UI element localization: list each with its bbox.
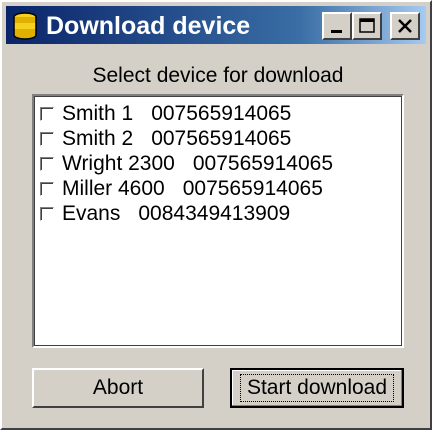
device-item[interactable]: Smith 1 007565914065 bbox=[40, 102, 291, 126]
device-name: Evans bbox=[62, 202, 121, 225]
device-id: 007565914065 bbox=[192, 152, 334, 175]
maximize-icon bbox=[359, 18, 375, 33]
device-checkbox[interactable] bbox=[40, 132, 54, 146]
device-checkbox[interactable] bbox=[40, 207, 54, 221]
database-icon bbox=[13, 12, 37, 40]
device-name: Miller 4600 bbox=[62, 177, 165, 200]
minimize-button[interactable] bbox=[322, 12, 352, 40]
abort-button-label: Abort bbox=[92, 376, 144, 399]
device-id: 007565914065 bbox=[151, 102, 292, 125]
device-id: 007565914065 bbox=[182, 177, 323, 200]
device-name: Smith 2 bbox=[62, 127, 134, 150]
close-button[interactable] bbox=[390, 12, 420, 40]
abort-button[interactable]: Abort bbox=[32, 368, 204, 408]
device-item[interactable]: Smith 2 007565914065 bbox=[40, 127, 291, 151]
device-checkbox[interactable] bbox=[40, 107, 54, 121]
download-device-window: Download device Select device for downlo… bbox=[0, 0, 432, 430]
device-item[interactable]: Evans 0084349413909 bbox=[40, 202, 290, 226]
title-bar[interactable]: Download device bbox=[6, 6, 426, 44]
device-id: 0084349413909 bbox=[138, 202, 291, 225]
window-title: Download device bbox=[46, 12, 251, 40]
device-checkbox[interactable] bbox=[40, 157, 54, 171]
maximize-button[interactable] bbox=[352, 12, 382, 40]
device-name: Smith 1 bbox=[62, 102, 134, 125]
device-name: Wright 2300 bbox=[62, 152, 175, 175]
minimize-icon bbox=[331, 30, 342, 33]
close-icon bbox=[398, 19, 412, 33]
dialog-heading: Select device for download bbox=[92, 64, 344, 87]
device-list[interactable]: Smith 1 007565914065 Smith 2 00756591406… bbox=[32, 94, 404, 348]
device-id: 007565914065 bbox=[151, 127, 292, 150]
device-item[interactable]: Miller 4600 007565914065 bbox=[40, 177, 323, 201]
device-item[interactable]: Wright 2300 007565914065 bbox=[40, 152, 333, 176]
start-download-button-label: Start download bbox=[239, 374, 395, 402]
device-checkbox[interactable] bbox=[40, 182, 54, 196]
start-download-button[interactable]: Start download bbox=[230, 368, 404, 408]
